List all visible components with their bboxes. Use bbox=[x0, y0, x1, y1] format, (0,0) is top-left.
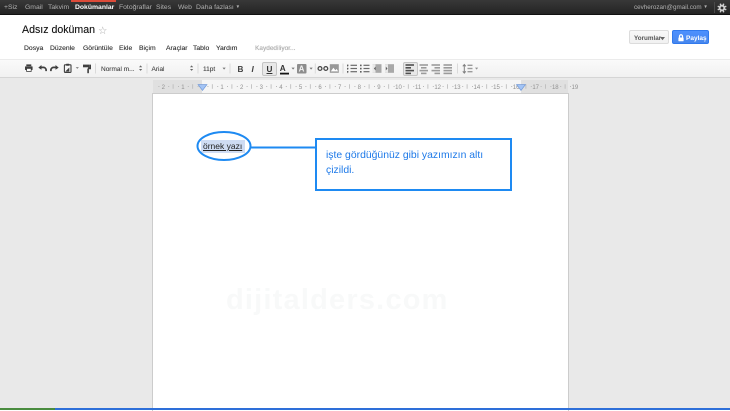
svg-text:15: 15 bbox=[493, 85, 500, 91]
svg-text:5: 5 bbox=[299, 85, 303, 91]
svg-text:18: 18 bbox=[552, 85, 559, 91]
svg-text:3: 3 bbox=[260, 85, 264, 91]
svg-text:13: 13 bbox=[454, 85, 461, 91]
svg-text:17: 17 bbox=[532, 85, 539, 91]
svg-text:7: 7 bbox=[338, 85, 342, 91]
svg-text:14: 14 bbox=[474, 85, 481, 91]
svg-text:12: 12 bbox=[434, 85, 441, 91]
svg-text:1: 1 bbox=[220, 85, 224, 91]
svg-text:6: 6 bbox=[318, 85, 322, 91]
svg-text:2: 2 bbox=[240, 85, 244, 91]
svg-text:19: 19 bbox=[572, 85, 579, 91]
svg-text:1: 1 bbox=[181, 85, 185, 91]
svg-text:10: 10 bbox=[395, 85, 402, 91]
svg-text:2: 2 bbox=[162, 85, 166, 91]
svg-text:8: 8 bbox=[358, 85, 362, 91]
svg-text:4: 4 bbox=[279, 85, 283, 91]
svg-text:A: A bbox=[299, 65, 305, 74]
svg-text:11: 11 bbox=[415, 85, 422, 91]
svg-text:9: 9 bbox=[377, 85, 381, 91]
